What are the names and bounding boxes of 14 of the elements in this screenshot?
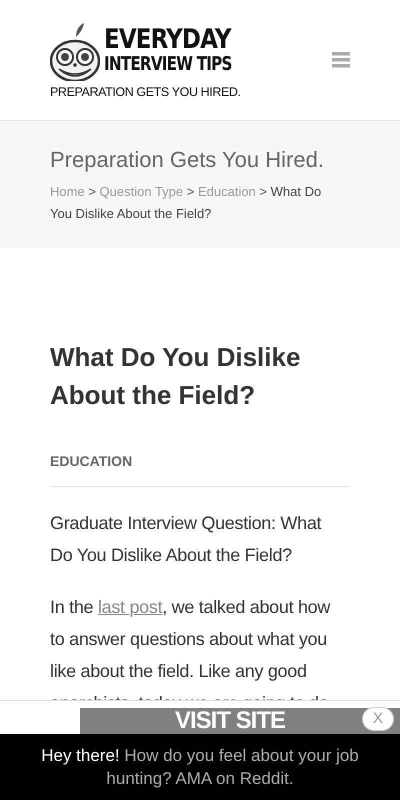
banner-title: Preparation Gets You Hired. [50, 146, 325, 174]
article-title: What Do You Dislike About the Field? [50, 341, 302, 412]
breadcrumb-trail: Home > Question Type > Education > What Do You Dislike About the Field? [50, 183, 322, 223]
logo-title: EVERYDAY [104, 26, 232, 53]
breadcrumb-link[interactable]: Home [50, 184, 85, 199]
category-link[interactable]: EDUCATION [50, 453, 132, 469]
logo-tagline: PREPARATION GETS YOU HIRED. [50, 84, 242, 101]
menu-icon[interactable] [332, 52, 350, 68]
breadcrumb-link[interactable]: Question Type [100, 184, 184, 199]
article-paragraph: Graduate Interview Question: What Do You Dislike About the Field? [50, 512, 322, 567]
logo-subtitle: INTERVIEW TIPS [104, 54, 232, 74]
breadcrumb-link[interactable]: Education [198, 184, 256, 199]
notice-text: Hey there! How do you feel about your job hunting? AMA on Reddit. [40, 745, 360, 790]
article-link[interactable]: last post [98, 597, 162, 617]
